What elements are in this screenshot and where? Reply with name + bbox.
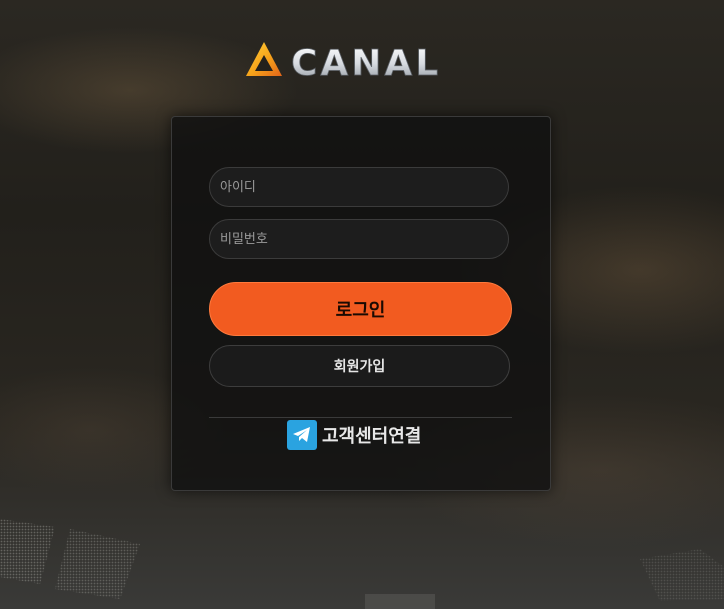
customer-support-link[interactable]: 고객센터연결 [287, 419, 421, 451]
password-input[interactable] [209, 219, 509, 259]
login-button-label: 로그인 [335, 300, 386, 321]
username-input[interactable] [209, 167, 509, 207]
support-link-label: 고객센터연결 [322, 426, 422, 447]
divider [209, 417, 512, 418]
login-button[interactable]: 로그인 [209, 282, 512, 336]
canal-logo: CANAL [244, 40, 480, 84]
brand-name: CANAL [291, 43, 441, 80]
stadium-background [0, 519, 724, 609]
login-panel: 로그인 회원가입 고객센터연결 [171, 116, 551, 491]
signup-button-label: 회원가입 [333, 359, 386, 375]
signup-button[interactable]: 회원가입 [209, 345, 510, 387]
telegram-icon [287, 420, 317, 450]
